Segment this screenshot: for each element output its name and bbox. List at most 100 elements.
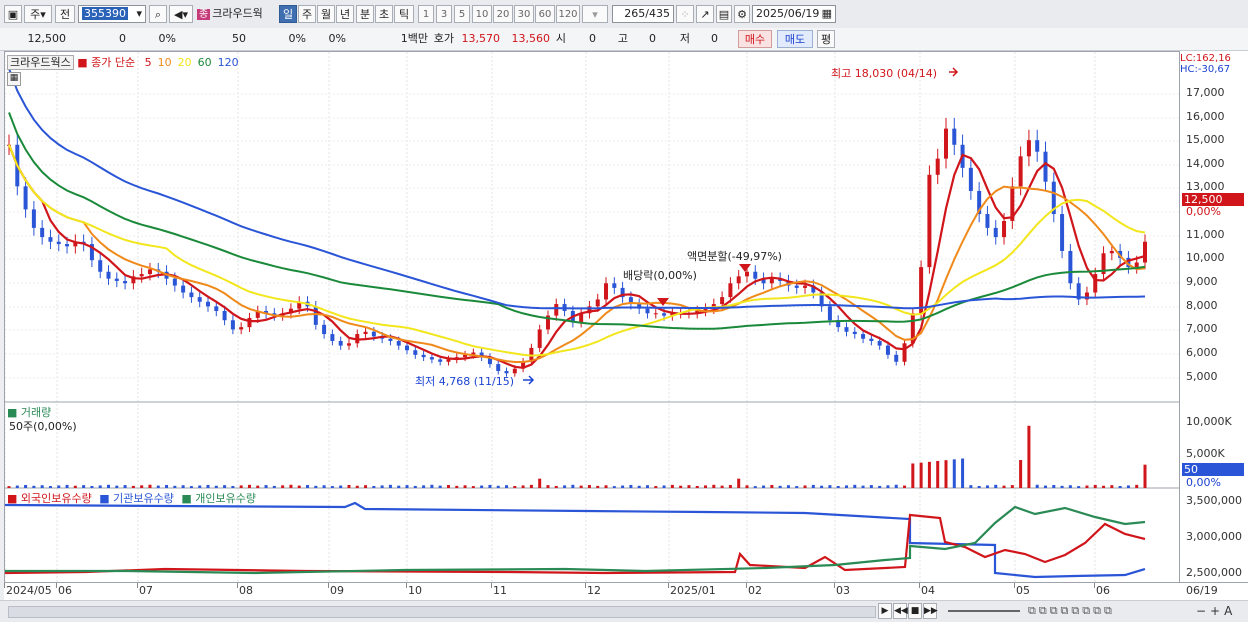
volume-bar bbox=[612, 486, 616, 488]
period-second-button[interactable]: 초 bbox=[375, 5, 393, 23]
price-tick-3: 14,000 bbox=[1186, 157, 1225, 170]
period-month-button[interactable]: 월 bbox=[317, 5, 335, 23]
candle-body bbox=[1109, 250, 1114, 254]
volume-bar bbox=[927, 461, 931, 488]
price-tick-0: 17,000 bbox=[1186, 86, 1225, 99]
save-icon[interactable]: ▤ bbox=[716, 5, 732, 23]
zoom-slider[interactable] bbox=[948, 610, 1020, 612]
main-toolbar: ▣ 주▾ 전 355390 ▾ ⌕ ◀▾ 종 크라우드웍 일 주 월 년 분 초 틱… bbox=[0, 0, 1248, 29]
minute-3-button[interactable]: 3 bbox=[436, 5, 452, 23]
minute-5-button[interactable]: 5 bbox=[454, 5, 470, 23]
price-tick-10: 6,000 bbox=[1186, 346, 1218, 359]
minute-30-button[interactable]: 30 bbox=[514, 5, 534, 23]
type-select[interactable]: 주▾ bbox=[24, 5, 52, 23]
minute-20-button[interactable]: 20 bbox=[493, 5, 513, 23]
minute-60-button[interactable]: 60 bbox=[535, 5, 555, 23]
candle-body bbox=[172, 278, 177, 286]
volume-bar bbox=[1102, 485, 1106, 488]
x-tick-12: 05 bbox=[1016, 584, 1030, 597]
volume-bar bbox=[364, 485, 368, 488]
candle-body bbox=[1035, 140, 1040, 152]
buy-button[interactable]: 매수 bbox=[738, 30, 772, 48]
volume-bar bbox=[969, 485, 973, 488]
candle-body bbox=[206, 301, 211, 307]
candle-body bbox=[247, 317, 252, 328]
period-minute-button[interactable]: 분 bbox=[356, 5, 374, 23]
stock-name-tag[interactable]: 크라우드웍스 bbox=[7, 55, 74, 70]
count-input[interactable]: 265/435 bbox=[612, 5, 674, 23]
zoom-controls[interactable]: −+A bbox=[1196, 604, 1236, 618]
price-tick-11: 5,000 bbox=[1186, 370, 1218, 383]
unit-label: 1백만 bbox=[400, 32, 428, 45]
volume-bar bbox=[1110, 485, 1114, 488]
x-tick-mark bbox=[668, 583, 669, 588]
volume-bar bbox=[654, 486, 658, 488]
minute-120-button[interactable]: 120 bbox=[556, 5, 580, 23]
current-pct-tag: 0,00% bbox=[1186, 205, 1221, 218]
gear-icon[interactable]: ⚙ bbox=[734, 5, 750, 23]
calendar-icon[interactable]: ▦ bbox=[822, 6, 832, 22]
speaker-icon[interactable]: ◀▾ bbox=[169, 5, 193, 23]
panel-table-icon[interactable]: ▦ bbox=[7, 72, 21, 86]
draw-tool-icon[interactable]: ↗ bbox=[696, 5, 714, 23]
chart-scrollbar[interactable] bbox=[8, 606, 876, 618]
x-tick-mark bbox=[406, 583, 407, 588]
stock-code-input[interactable]: 355390 ▾ bbox=[78, 5, 146, 23]
volume-bar bbox=[745, 485, 749, 488]
volume-bar bbox=[496, 485, 500, 488]
stop-icon[interactable]: ■ bbox=[908, 603, 922, 619]
minute-1-button[interactable]: 1 bbox=[418, 5, 434, 23]
volume-bar bbox=[198, 485, 202, 488]
rewind-icon[interactable]: ◀◀ bbox=[893, 603, 908, 619]
scroll-right-icon[interactable]: ▶ bbox=[878, 603, 892, 619]
candle-body bbox=[413, 350, 418, 355]
volume-bar bbox=[919, 462, 923, 488]
volume-bar bbox=[156, 485, 160, 488]
ma-label: 종가 단순 bbox=[91, 56, 136, 69]
volume-bar bbox=[339, 485, 343, 488]
candle-body bbox=[346, 343, 351, 346]
candle-body bbox=[844, 327, 849, 332]
volume-bar bbox=[247, 484, 251, 488]
volume-bar bbox=[15, 485, 19, 488]
minute-10-button[interactable]: 10 bbox=[472, 5, 492, 23]
date-input[interactable]: 2025/06/19 ▦ bbox=[752, 5, 836, 23]
stock-name-label: 크라우드웍 bbox=[212, 7, 263, 20]
x-tick-0: 2024/05 bbox=[6, 584, 52, 597]
volume-bar bbox=[430, 484, 434, 488]
volume-bar bbox=[372, 486, 376, 488]
view-tools-icons[interactable]: ⧉⧉⧉⧉⧉⧉⧉⧉ bbox=[1028, 604, 1115, 618]
volume-bar bbox=[1135, 484, 1139, 488]
period-year-button[interactable]: 년 bbox=[336, 5, 354, 23]
volume-bar bbox=[98, 485, 102, 488]
volume-bar bbox=[687, 485, 691, 488]
volume-bar bbox=[264, 485, 268, 488]
chart-area[interactable]: 크라우드웍스 ■ 종가 단순 5 10 20 60 120 ▦ ■ 거래량 50주(0,… bbox=[4, 51, 1180, 599]
volume-bar bbox=[355, 485, 359, 488]
candle-body bbox=[230, 320, 235, 330]
grid-icon[interactable]: ⁘ bbox=[676, 5, 694, 23]
volume-bar bbox=[48, 486, 52, 488]
volume-bar bbox=[32, 485, 36, 488]
volume-bar bbox=[189, 486, 193, 488]
high-label: 고 bbox=[617, 32, 628, 45]
period-week-button[interactable]: 주 bbox=[298, 5, 316, 23]
forward-icon[interactable]: ▶▶ bbox=[923, 603, 938, 619]
candle-body bbox=[595, 299, 600, 307]
period-day-button[interactable]: 일 bbox=[279, 5, 297, 23]
prev-button[interactable]: 전 bbox=[55, 5, 75, 23]
chart-menu-icon[interactable]: ▣ bbox=[4, 5, 22, 23]
stock-code-value: 355390 bbox=[82, 7, 128, 20]
volume-bar bbox=[1068, 485, 1072, 488]
candle-body bbox=[322, 324, 327, 335]
volume-bar bbox=[952, 459, 956, 488]
search-icon[interactable]: ⌕ bbox=[149, 5, 167, 23]
interval-dropdown[interactable]: ▾ bbox=[582, 5, 608, 23]
period-tick-button[interactable]: 틱 bbox=[394, 5, 414, 23]
volume-bar bbox=[214, 485, 218, 488]
volume-bar bbox=[206, 484, 210, 488]
volume-bar bbox=[181, 485, 185, 488]
volume-bar bbox=[306, 485, 310, 488]
eval-button[interactable]: 평 bbox=[817, 30, 835, 48]
sell-button[interactable]: 매도 bbox=[777, 30, 813, 48]
